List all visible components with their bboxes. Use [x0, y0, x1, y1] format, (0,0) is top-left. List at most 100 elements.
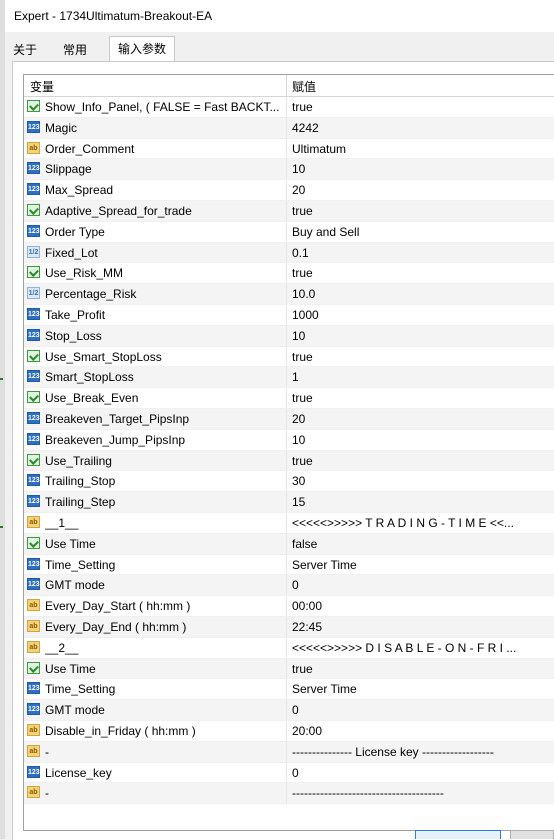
parameter-row[interactable]: ab __1__ <<<<<>>>>> T R A D I N G - T I M …	[24, 512, 554, 534]
tab-inputs[interactable]: 输入参数	[109, 36, 176, 63]
parameter-row[interactable]: 123 Magic 4242	[24, 117, 554, 139]
parameter-row[interactable]: 123 Breakeven_Target_PipsInp 20	[24, 408, 554, 430]
parameter-name: Disable_in_Friday ( hh:mm )	[45, 723, 196, 738]
parameter-value[interactable]: 20:00	[292, 724, 550, 738]
parameter-row[interactable]: Use_Trailing true	[24, 450, 554, 472]
parameter-value[interactable]: 20	[292, 412, 550, 426]
parameter-value[interactable]: --------------- License key ------------…	[292, 745, 550, 759]
parameter-value[interactable]: true	[292, 266, 550, 280]
parameter-value[interactable]: 0	[292, 766, 550, 780]
parameter-row[interactable]: 123 Time_Setting Server Time	[24, 679, 554, 701]
parameter-value[interactable]: true	[292, 454, 550, 468]
parameter-row[interactable]: Use Time true	[24, 658, 554, 680]
parameter-value[interactable]: 30	[292, 474, 550, 488]
parameter-name: Trailing_Stop	[45, 474, 116, 489]
parameter-value[interactable]: true	[292, 100, 550, 114]
edge-marker	[0, 378, 3, 380]
parameter-row[interactable]: 123 GMT mode 0	[24, 575, 554, 597]
int-icon: 123	[27, 495, 40, 508]
int-icon: 123	[27, 765, 40, 778]
parameter-row[interactable]: Use_Risk_MM true	[24, 263, 554, 285]
parameter-row[interactable]: 123 Trailing_Step 15	[24, 492, 554, 513]
cancel-button[interactable]	[510, 830, 554, 839]
parameter-value[interactable]: 0.1	[292, 246, 550, 260]
parameter-value[interactable]: --------------------------------------	[292, 786, 550, 800]
string-icon: ab	[27, 744, 40, 757]
bool-icon	[27, 266, 40, 279]
parameter-value[interactable]: 15	[292, 495, 550, 509]
parameter-value[interactable]: 00:00	[292, 599, 550, 613]
edge-marker	[0, 526, 3, 528]
parameter-row[interactable]: Use_Smart_StopLoss true	[24, 346, 554, 368]
parameter-value[interactable]: false	[292, 537, 550, 551]
column-divider	[286, 180, 287, 200]
bool-icon	[27, 100, 40, 112]
parameter-value[interactable]: 4242	[292, 121, 550, 135]
ok-button[interactable]	[415, 830, 501, 839]
parameter-row[interactable]: 1/2 Percentage_Risk 10.0	[24, 284, 554, 305]
parameter-value[interactable]: 1000	[292, 308, 550, 322]
parameter-value[interactable]: 1	[292, 370, 550, 384]
parameter-row[interactable]: 123 GMT mode 0	[24, 700, 554, 721]
column-divider	[286, 533, 287, 554]
parameter-row[interactable]: ab __2__ <<<<<>>>>> D I S A B L E - O N - …	[24, 637, 554, 659]
parameter-row[interactable]: ab - -------------------------------------…	[24, 783, 554, 805]
string-icon: ab	[27, 141, 40, 154]
parameter-row[interactable]: 1/2 Fixed_Lot 0.1	[24, 242, 554, 264]
parameter-value[interactable]: Server Time	[292, 558, 550, 572]
column-divider	[286, 429, 287, 450]
parameter-value[interactable]: <<<<<>>>>> D I S A B L E - O N - F R I .…	[292, 641, 550, 655]
column-divider	[286, 200, 287, 221]
parameter-row[interactable]: Use_Break_Even true	[24, 388, 554, 409]
parameter-value[interactable]: 10	[292, 433, 550, 447]
column-divider	[286, 720, 287, 741]
parameter-row[interactable]: ab Order_Comment Ultimatum	[24, 138, 554, 160]
int-icon: 123	[27, 703, 40, 716]
parameter-value[interactable]: 0	[292, 703, 550, 717]
header-divider[interactable]	[286, 75, 287, 96]
parameter-row[interactable]: 123 License_key 0	[24, 762, 554, 784]
parameter-row[interactable]: Use Time false	[24, 533, 554, 555]
parameter-value[interactable]: <<<<<>>>>> T R A D I N G - T I M E <<...	[292, 516, 550, 530]
parameter-row[interactable]: 123 Take_Profit 1000	[24, 304, 554, 326]
parameter-row[interactable]: Adaptive_Spread_for_trade true	[24, 200, 554, 222]
header-variable[interactable]: 变量	[30, 78, 54, 95]
parameter-value[interactable]: true	[292, 662, 550, 676]
parameter-row[interactable]: 123 Time_Setting Server Time	[24, 554, 554, 576]
parameter-row[interactable]: 123 Stop_Loss 10	[24, 325, 554, 347]
parameter-row[interactable]: 123 Order Type Buy and Sell	[24, 221, 554, 243]
tab-common[interactable]: 常用	[57, 39, 93, 61]
parameter-row[interactable]: 123 Breakeven_Jump_PipsInp 10	[24, 429, 554, 451]
parameter-name: Every_Day_Start ( hh:mm )	[45, 599, 191, 614]
parameter-row[interactable]: 123 Slippage 10	[24, 159, 554, 181]
parameter-row[interactable]: 123 Trailing_Stop 30	[24, 471, 554, 493]
parameter-value[interactable]: 10	[292, 329, 550, 343]
parameter-row[interactable]: ab - --------------- License key ---------…	[24, 741, 554, 763]
parameter-value[interactable]: true	[292, 350, 550, 364]
column-divider	[286, 637, 287, 658]
header-value[interactable]: 赋值	[292, 78, 316, 95]
parameter-name: GMT mode	[45, 578, 105, 593]
parameter-name: -	[45, 786, 49, 801]
parameter-value[interactable]: 10	[292, 162, 550, 176]
parameter-name: Adaptive_Spread_for_trade	[45, 203, 192, 218]
parameter-value[interactable]: 22:45	[292, 620, 550, 634]
parameter-row[interactable]: ab Disable_in_Friday ( hh:mm ) 20:00	[24, 720, 554, 742]
parameter-row[interactable]: 123 Smart_StopLoss 1	[24, 367, 554, 389]
tab-about[interactable]: 关于	[7, 39, 43, 61]
parameter-value[interactable]: true	[292, 391, 550, 405]
parameter-row[interactable]: ab Every_Day_Start ( hh:mm ) 00:00	[24, 596, 554, 617]
parameter-row[interactable]: Show_Info_Panel, ( FALSE = Fast BACKT...…	[24, 97, 554, 118]
parameter-value[interactable]: Server Time	[292, 682, 550, 696]
parameter-value[interactable]: 10.0	[292, 287, 550, 301]
parameter-row[interactable]: 123 Max_Spread 20	[24, 180, 554, 201]
parameter-value[interactable]: Ultimatum	[292, 142, 550, 156]
string-icon: ab	[27, 786, 40, 799]
parameter-value[interactable]: Buy and Sell	[292, 225, 550, 239]
parameter-value[interactable]: 0	[292, 578, 550, 592]
parameter-name: Trailing_Step	[45, 495, 116, 510]
int-icon: 123	[27, 183, 40, 196]
parameter-value[interactable]: true	[292, 204, 550, 218]
parameter-value[interactable]: 20	[292, 183, 550, 197]
parameter-row[interactable]: ab Every_Day_End ( hh:mm ) 22:45	[24, 616, 554, 638]
